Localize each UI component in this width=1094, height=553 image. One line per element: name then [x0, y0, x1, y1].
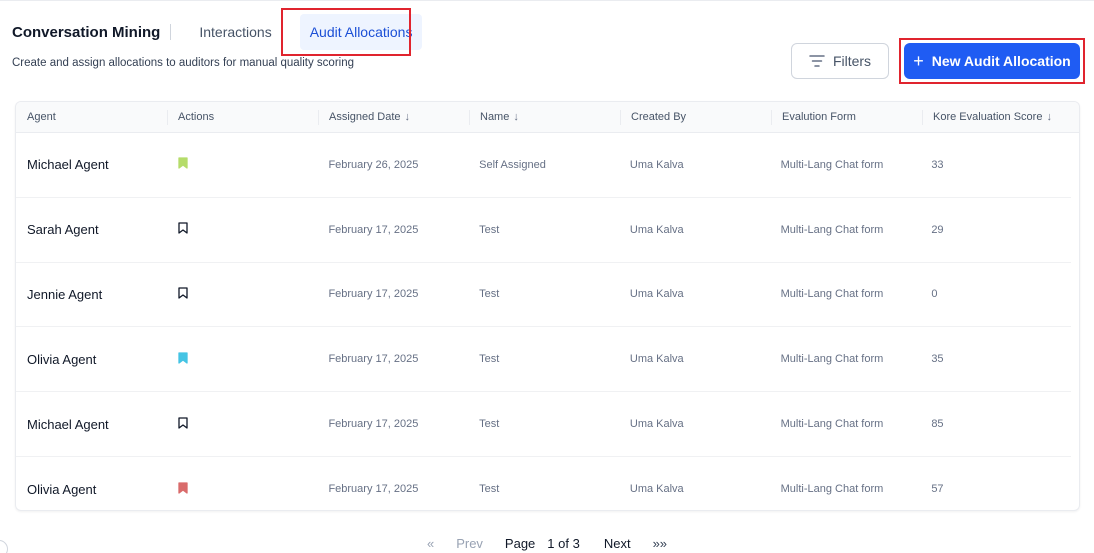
- column-header-name[interactable]: Name ↓: [469, 102, 620, 132]
- page-subtitle: Create and assign allocations to auditor…: [12, 57, 354, 69]
- bookmark-icon[interactable]: [178, 482, 188, 494]
- assigned-date: February 17, 2025: [328, 353, 419, 366]
- agent-name: Jennie Agent: [27, 286, 103, 302]
- bookmark-icon[interactable]: [178, 416, 188, 429]
- kore-score: 57: [931, 483, 944, 496]
- next-page-button[interactable]: Next: [604, 536, 631, 551]
- kore-score: 0: [931, 288, 938, 301]
- last-page-button[interactable]: »»: [653, 536, 667, 551]
- created-by: Uma Kalva: [629, 288, 684, 301]
- table-row[interactable]: Jennie Agent February 17, 2025 Test Uma Kal…: [16, 263, 1071, 328]
- actions-cell: [167, 157, 318, 172]
- bookmark-icon[interactable]: [178, 287, 188, 299]
- actions-cell: [167, 222, 318, 237]
- table-row[interactable]: Sarah Agent February 17, 2025 Test Uma Kalv…: [16, 198, 1071, 263]
- app-title: Conversation Mining: [12, 23, 161, 41]
- filters-label: Filters: [832, 53, 872, 69]
- assigned-date: February 17, 2025: [328, 223, 419, 236]
- allocation-name: Test: [479, 483, 500, 496]
- title-divider: [170, 24, 172, 40]
- evaluation-form: Multi-Lang Chat form: [780, 353, 884, 366]
- allocation-name: Test: [479, 418, 500, 431]
- sort-arrow-icon[interactable]: ↓: [405, 111, 411, 123]
- pagination: « Prev Page 1 of 3 Next »»: [0, 533, 1094, 553]
- sort-arrow-icon[interactable]: ↓: [1046, 111, 1052, 123]
- created-by: Uma Kalva: [629, 353, 684, 366]
- kore-score: 33: [931, 158, 944, 171]
- column-header-created-by: Created By: [620, 102, 771, 132]
- assigned-date: February 26, 2025: [328, 158, 419, 171]
- bookmark-icon[interactable]: [178, 352, 188, 364]
- bookmark-icon[interactable]: [178, 157, 188, 170]
- assigned-date: February 17, 2025: [328, 483, 419, 496]
- evaluation-form: Multi-Lang Chat form: [780, 158, 884, 171]
- table-header: Agent Actions Assigned Date ↓ Name ↓ Creat…: [16, 102, 1079, 133]
- evaluation-form: Multi-Lang Chat form: [780, 418, 884, 431]
- allocation-name: Self Assigned: [479, 158, 546, 171]
- agent-name: Michael Agent: [27, 157, 109, 173]
- first-page-button[interactable]: «: [427, 536, 434, 551]
- kore-score: 35: [931, 353, 944, 366]
- audit-allocations-table: Agent Actions Assigned Date ↓ Name ↓ Creat…: [15, 101, 1080, 511]
- allocation-name: Test: [479, 288, 500, 301]
- plus-icon: +: [913, 51, 924, 71]
- evaluation-form: Multi-Lang Chat form: [780, 288, 884, 301]
- created-by: Uma Kalva: [629, 223, 684, 236]
- created-by: Uma Kalva: [629, 418, 684, 431]
- top-border: [0, 0, 1094, 1]
- agent-name: Michael Agent: [27, 416, 109, 432]
- filters-button[interactable]: Filters: [791, 43, 889, 79]
- page-label: Page: [504, 535, 536, 551]
- tab-interactions[interactable]: Interactions: [189, 16, 281, 48]
- actions-cell: [167, 287, 318, 302]
- kore-score: 85: [931, 418, 944, 431]
- column-header-evaluation-form: Evalution Form: [771, 102, 922, 132]
- column-header-actions: Actions: [167, 102, 318, 132]
- filter-lines-icon: [809, 55, 825, 67]
- actions-cell: [167, 352, 318, 367]
- allocation-name: Test: [479, 223, 500, 236]
- table-row[interactable]: Michael Agent February 17, 2025 Test Uma Ka…: [16, 392, 1071, 457]
- tab-audit-allocations[interactable]: Audit Allocations: [299, 14, 423, 50]
- assigned-date: February 17, 2025: [328, 288, 419, 301]
- created-by: Uma Kalva: [629, 483, 684, 496]
- agent-name: Olivia Agent: [27, 351, 97, 367]
- column-header-score[interactable]: Kore Evaluation Score ↓: [922, 102, 1073, 132]
- column-header-agent[interactable]: Agent: [16, 102, 167, 132]
- table-body: Michael Agent February 26, 2025 Self Assig…: [16, 133, 1079, 510]
- bookmark-icon[interactable]: [178, 222, 188, 234]
- actions-cell: [167, 482, 318, 497]
- actions-cell: [167, 416, 318, 432]
- assigned-date: February 17, 2025: [328, 418, 419, 431]
- table-row[interactable]: Olivia Agent February 17, 2025 Test Uma Kal…: [16, 457, 1071, 510]
- table-row[interactable]: Olivia Agent February 17, 2025 Test Uma Kal…: [16, 327, 1071, 393]
- page-count: 1 of 3: [547, 535, 580, 551]
- agent-name: Olivia Agent: [27, 481, 97, 497]
- new-audit-allocation-label: New Audit Allocation: [931, 53, 1071, 69]
- evaluation-form: Multi-Lang Chat form: [780, 223, 884, 236]
- column-header-assigned-date[interactable]: Assigned Date ↓: [318, 102, 469, 132]
- page-header: Conversation Mining Interactions Audit A…: [12, 10, 423, 54]
- evaluation-form: Multi-Lang Chat form: [780, 483, 884, 496]
- sort-arrow-icon[interactable]: ↓: [513, 111, 519, 123]
- table-row[interactable]: Michael Agent February 26, 2025 Self Assig…: [16, 133, 1071, 198]
- new-audit-allocation-button[interactable]: + New Audit Allocation: [904, 43, 1080, 79]
- created-by: Uma Kalva: [629, 158, 684, 171]
- kore-score: 29: [931, 223, 944, 236]
- prev-page-button[interactable]: Prev: [456, 536, 483, 551]
- allocation-name: Test: [479, 353, 500, 366]
- agent-name: Sarah Agent: [27, 222, 99, 238]
